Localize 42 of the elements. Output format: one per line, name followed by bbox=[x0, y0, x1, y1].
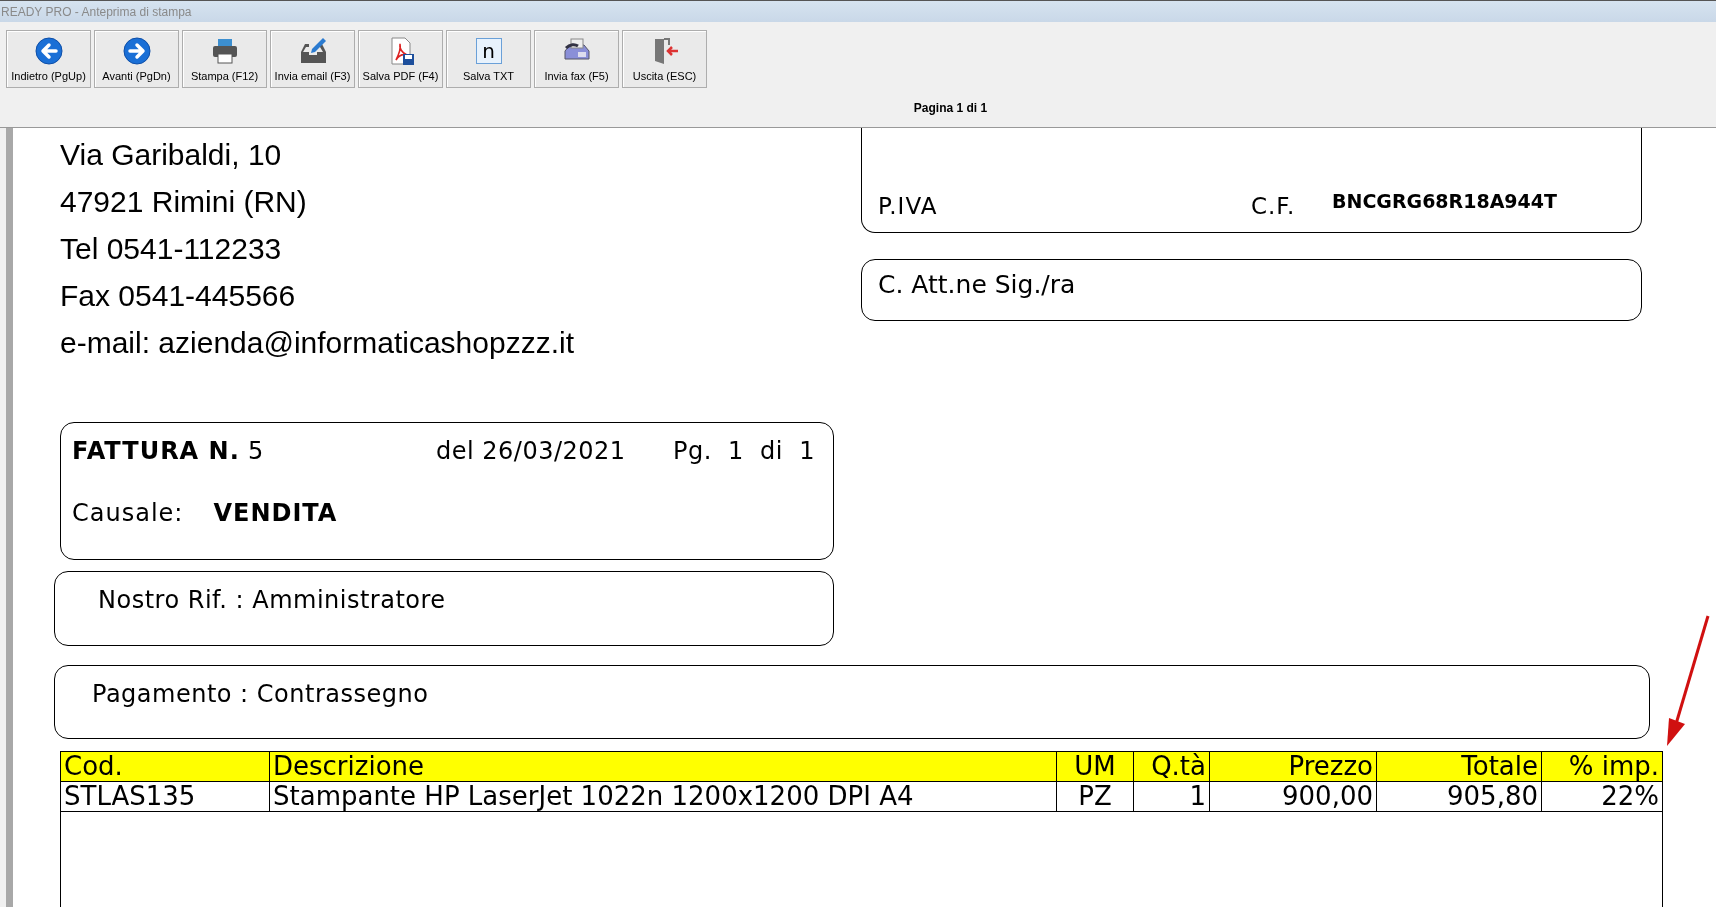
back-button[interactable]: Indietro (PgUp) bbox=[6, 30, 91, 88]
fax-button[interactable]: Invia fax (F5) bbox=[534, 30, 619, 88]
reason: VENDITA bbox=[213, 499, 338, 527]
table-cell: PZ bbox=[1057, 782, 1134, 811]
attention-label: C. Att.ne Sig./ra bbox=[878, 270, 1076, 299]
txt-button[interactable]: n Salva TXT bbox=[446, 30, 531, 88]
column-header: Prezzo bbox=[1210, 752, 1377, 781]
tax-code: BNCGRG68R18A944T bbox=[1332, 190, 1557, 212]
table-cell: Stampante HP LaserJet 1022n 1200x1200 DPI A4 bbox=[270, 782, 1057, 811]
table-cell: 1 bbox=[1134, 782, 1210, 811]
address-line: e-mail: azienda@informaticashopzzz.it bbox=[60, 328, 575, 361]
page-indicator: Pagina 1 di 1 bbox=[913, 101, 988, 115]
column-header: Totale bbox=[1377, 752, 1542, 781]
table-cell: 900,00 bbox=[1210, 782, 1377, 811]
page-count: Pg. 1 di 1 bbox=[673, 437, 816, 465]
window-title: READY PRO - Anteprima di stampa bbox=[1, 5, 192, 19]
pdf-button[interactable]: Salva PDF (F4) bbox=[358, 30, 443, 88]
print-button[interactable]: Stampa (F12) bbox=[182, 30, 267, 88]
column-header: % imp. bbox=[1567, 752, 1660, 781]
tax-code-label: C.F. bbox=[1251, 193, 1296, 219]
table-cell-text: 22% bbox=[1600, 782, 1660, 811]
column-header: Q.tà bbox=[1134, 752, 1210, 781]
forward-button[interactable]: Avanti (PgDn) bbox=[94, 30, 179, 88]
reference-text: Nostro Rif. : Amministratore bbox=[98, 586, 446, 614]
text-file-icon: n bbox=[475, 38, 502, 64]
address-line: Tel 0541-112233 bbox=[60, 234, 283, 267]
column-header: Descrizione bbox=[270, 752, 1057, 781]
email-button[interactable]: Invia email (F3) bbox=[270, 30, 355, 88]
address-line: Via Garibaldi, 10 bbox=[60, 140, 283, 173]
table-cell: 905,80 bbox=[1377, 782, 1542, 811]
address-line: Fax 0541-445566 bbox=[60, 281, 297, 314]
invoice-label: FATTURA N. bbox=[72, 437, 240, 465]
exit-button[interactable]: Uscita (ESC) bbox=[622, 30, 707, 88]
payment-text: Pagamento : Contrassegno bbox=[92, 680, 429, 708]
column-header: Cod. bbox=[61, 752, 270, 781]
table-cell: STLAS135 bbox=[61, 782, 270, 811]
vat-label: P.IVA bbox=[878, 193, 938, 219]
invoice-number: 5 bbox=[247, 437, 264, 465]
invoice-date: del 26/03/2021 bbox=[436, 437, 627, 465]
address-line: 47921 Rimini (RN) bbox=[60, 187, 308, 220]
reason-label: Causale: bbox=[72, 499, 184, 527]
column-header: UM bbox=[1057, 752, 1134, 781]
